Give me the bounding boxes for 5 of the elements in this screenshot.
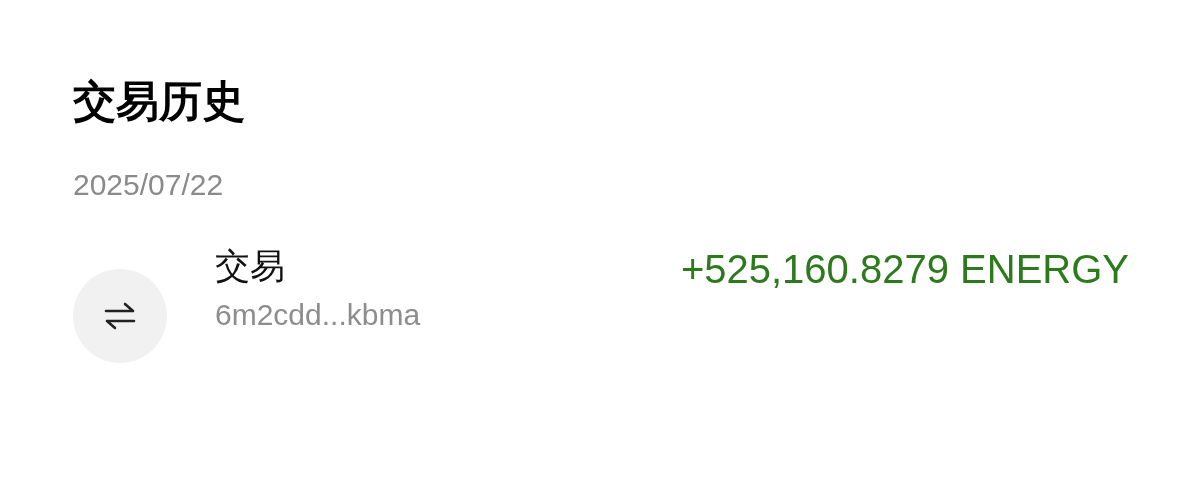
- date-heading: 2025/07/22: [73, 167, 225, 204]
- transaction-type: 交易: [215, 245, 286, 288]
- transaction-address: 6m2cdd...kbma: [215, 297, 422, 334]
- transaction-amount: +525,160.8279 ENERGY: [680, 246, 1129, 294]
- page-title: 交易历史: [73, 78, 246, 126]
